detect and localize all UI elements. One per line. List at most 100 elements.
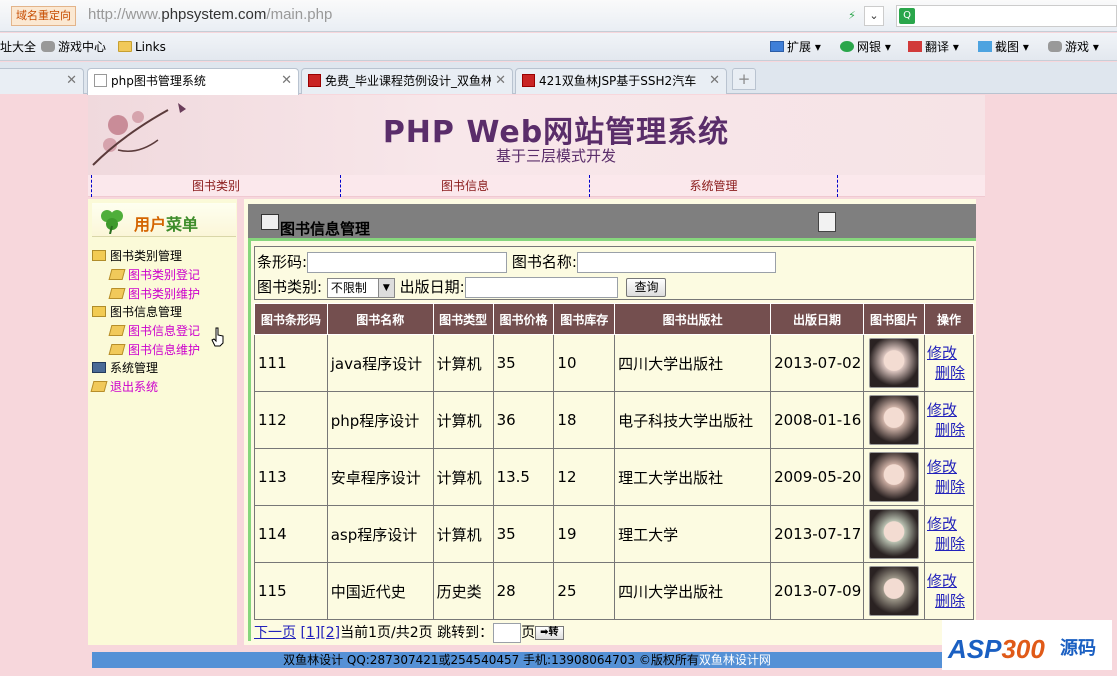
sidebar-item-logout[interactable]: 退出系统 xyxy=(90,378,158,396)
close-icon[interactable]: ✕ xyxy=(491,69,506,93)
book-photo[interactable] xyxy=(869,452,920,502)
sidebar-header: 用户菜单 xyxy=(92,203,236,237)
close-icon[interactable]: ✕ xyxy=(281,69,292,93)
nav-book-category[interactable]: 图书类别 xyxy=(91,175,340,197)
jump-label: 跳转到： xyxy=(437,625,494,641)
page-2-link[interactable]: [2] xyxy=(320,625,340,641)
sidebar-item-info-management[interactable]: 图书信息管理 xyxy=(92,303,182,321)
cell-publisher: 四川大学出版社 xyxy=(614,562,772,620)
tab-label: 421双鱼林JSP基于SSH2汽车 xyxy=(539,74,697,88)
chevron-down-icon[interactable]: ⌄ xyxy=(864,6,884,26)
delete-link[interactable]: 删除 xyxy=(927,591,973,611)
sidebar-item-label: 图书信息管理 xyxy=(110,305,183,319)
toolbar-label: 扩展 xyxy=(787,40,812,54)
publish-date-input[interactable] xyxy=(464,277,618,298)
barcode-input[interactable] xyxy=(307,252,508,273)
toolbar-screenshot[interactable]: 截图 ▾ xyxy=(978,33,1029,61)
edit-link[interactable]: 修改 xyxy=(927,400,973,420)
cell-publisher: 电子科技大学出版社 xyxy=(614,391,772,449)
cell-price: 28 xyxy=(492,562,555,620)
system-icon xyxy=(92,362,106,373)
cell-price: 35 xyxy=(492,505,555,563)
tab-free-course-design[interactable]: 免费_毕业课程范例设计_双鱼林 ✕ xyxy=(301,68,513,94)
sidebar: 用户菜单 图书类别管理 图书类别登记 图书类别维护 图书信息管理 图书信息登记 … xyxy=(88,199,237,645)
sidebar-item-info-maintain[interactable]: 图书信息维护 xyxy=(108,341,200,359)
delete-link[interactable]: 删除 xyxy=(927,363,973,383)
print-icon[interactable] xyxy=(818,212,836,232)
book-type-select[interactable]: 不限制 ▼ xyxy=(326,277,395,298)
sidebar-item-system-management[interactable]: 系统管理 xyxy=(92,359,158,377)
edit-link[interactable]: 修改 xyxy=(927,571,973,591)
nav-system-management[interactable]: 系统管理 xyxy=(589,175,838,197)
cell-date: 2013-07-17 xyxy=(770,505,865,563)
book-photo[interactable] xyxy=(869,338,920,388)
cell-photo xyxy=(863,505,925,563)
delete-link[interactable]: 删除 xyxy=(927,420,973,440)
book-photo[interactable] xyxy=(869,566,920,616)
next-page-link[interactable]: 下一页 xyxy=(254,625,296,641)
barcode-label: 条形码: xyxy=(257,253,308,271)
book-photo[interactable] xyxy=(869,509,920,559)
table-row: 113 安卓程序设计 计算机 13.5 12 理工大学出版社 2009-05-20 修改 删除 xyxy=(254,448,975,506)
hand-cursor-icon xyxy=(211,327,224,347)
sidebar-item-category-management[interactable]: 图书类别管理 xyxy=(92,247,182,265)
toolbar-label: 网银 xyxy=(857,40,882,54)
toolbar-bank[interactable]: 网银 ▾ xyxy=(840,33,891,61)
close-icon[interactable]: ✕ xyxy=(66,69,77,93)
bookmark-label: 址大全 xyxy=(0,40,37,54)
bookmark-links[interactable]: Links xyxy=(118,33,166,61)
table-row: 115 中国近代史 历史类 28 25 四川大学出版社 2013-07-09 修改 删除 xyxy=(254,562,975,620)
footer-text: 双鱼林设计 QQ:287307421或254540457 手机:13908064… xyxy=(283,653,699,667)
publish-date-label: 出版日期: xyxy=(399,278,465,296)
book-name-input[interactable] xyxy=(576,252,776,273)
book-photo[interactable] xyxy=(869,395,920,445)
table-row: 111 java程序设计 计算机 35 10 四川大学出版社 2013-07-02 修改 删除 xyxy=(254,334,975,392)
nav-book-info[interactable]: 图书信息 xyxy=(340,175,589,197)
cell-publisher: 理工大学出版社 xyxy=(614,448,772,506)
bookmark-game-center[interactable]: 游戏中心 xyxy=(41,33,106,61)
toolbar-games[interactable]: 游戏 ▾ xyxy=(1048,33,1099,61)
screenshot-icon xyxy=(978,41,992,52)
tab-previous[interactable]: ✕ xyxy=(0,68,84,94)
redirect-badge[interactable]: 域名重定向 xyxy=(11,6,76,26)
site-favicon-icon xyxy=(522,74,535,87)
column-header: 操作 xyxy=(923,303,975,335)
lightning-icon[interactable]: ⚡ xyxy=(842,7,862,27)
footer-link[interactable]: 双鱼林设计网 xyxy=(699,653,771,667)
cell-barcode: 111 xyxy=(254,334,328,392)
cell-name: java程序设计 xyxy=(326,334,434,392)
sidebar-item-category-maintain[interactable]: 图书类别维护 xyxy=(108,285,200,303)
jump-page-input[interactable] xyxy=(493,623,522,643)
edit-link[interactable]: 修改 xyxy=(927,457,973,477)
query-button[interactable]: 查询 xyxy=(626,278,667,297)
watermark-brand-b: 300 xyxy=(1001,634,1045,664)
toolbar-extensions[interactable]: 扩展 ▾ xyxy=(770,33,821,61)
close-icon[interactable]: ✕ xyxy=(705,69,720,93)
cell-date: 2013-07-09 xyxy=(770,562,865,620)
new-tab-button[interactable]: + xyxy=(732,68,756,90)
sidebar-item-category-register[interactable]: 图书类别登记 xyxy=(108,266,200,284)
url-input[interactable]: http://www.phpsystem.com/main.php xyxy=(88,5,332,25)
address-actions: ⚡ ⌄ xyxy=(842,6,888,26)
toolbar-label: 截图 xyxy=(995,40,1020,54)
site-subtitle: 基于三层模式开发 xyxy=(495,147,616,165)
tab-ssh2-car[interactable]: 421双鱼林JSP基于SSH2汽车 ✕ xyxy=(515,68,727,94)
jump-go-button[interactable]: ➡转 xyxy=(535,626,564,640)
column-header: 图书库存 xyxy=(553,303,616,335)
bookmark-site-directory[interactable]: 址大全 xyxy=(0,33,36,61)
page-1-link[interactable]: [1] xyxy=(300,625,320,641)
delete-link[interactable]: 删除 xyxy=(927,477,973,497)
book-icon xyxy=(108,269,126,280)
toolbar-translate[interactable]: 翻译 ▾ xyxy=(908,33,959,61)
edit-link[interactable]: 修改 xyxy=(927,514,973,534)
delete-link[interactable]: 删除 xyxy=(927,534,973,554)
document-icon xyxy=(94,74,107,87)
cell-type: 计算机 xyxy=(432,448,494,506)
search-box[interactable]: Q xyxy=(896,5,1117,27)
cell-publisher: 理工大学 xyxy=(614,505,772,563)
page-status: 当前1页/共2页 xyxy=(340,625,433,641)
sidebar-item-info-register[interactable]: 图书信息登记 xyxy=(108,322,200,340)
tab-php-book-system[interactable]: php图书管理系统 ✕ xyxy=(87,68,299,95)
url-path: /main.php xyxy=(266,6,333,23)
edit-link[interactable]: 修改 xyxy=(927,343,973,363)
